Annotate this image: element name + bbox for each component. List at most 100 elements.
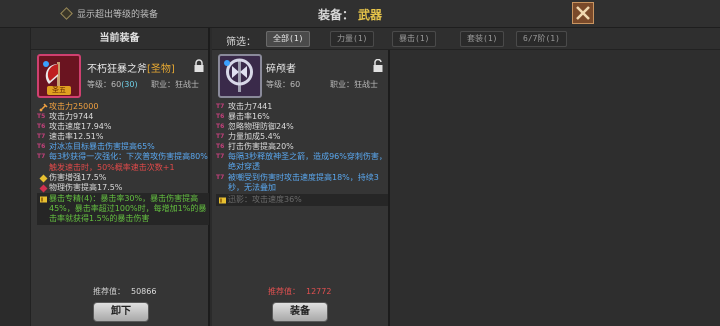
current-equipment-header: 当前装备	[31, 28, 208, 50]
candidate-score-label: 推荐值：	[268, 287, 300, 296]
tier-label: T5	[37, 113, 46, 120]
stat-row: T6 对冰冻目标暴击伤害提高65%	[37, 142, 209, 152]
tier-label: T7	[216, 133, 225, 140]
current-item-name: 不朽狂暴之斧[圣物]	[87, 60, 175, 75]
show-over-level-toggle[interactable]: 显示超出等级的装备	[60, 7, 159, 20]
close-button[interactable]	[572, 2, 594, 24]
tier-label: T7	[216, 174, 225, 181]
tier-label: T6	[216, 143, 225, 150]
candidate-item-icon[interactable]	[218, 54, 262, 98]
tier-label: T6	[216, 123, 225, 130]
stat-text: 攻击速度17.94%	[49, 122, 112, 131]
stat-text: 速击率12.51%	[49, 132, 104, 141]
stat-text: 每3秒获得一次强化：下次普攻伤害提高80%	[49, 152, 208, 161]
candidate-item-job: 职业：狂战士	[330, 80, 378, 89]
title-label: 装备：	[318, 8, 355, 22]
current-item-name-text: 不朽狂暴之斧	[87, 64, 147, 75]
book-slot	[216, 195, 228, 205]
book-icon	[218, 197, 226, 203]
candidate-item-level: 等级：60	[266, 80, 301, 89]
stat-row: 暴击专精(4)：暴击率30%，暴击伤害提高45%，暴击率超过100%时，每增加1…	[37, 193, 209, 225]
yellow-gem-icon	[39, 174, 47, 182]
tier-label: T7	[37, 133, 46, 140]
stat-text: 攻击力25000	[49, 102, 99, 111]
gem-red-slot	[37, 183, 49, 193]
toggle-label: 显示超出等级的装备	[77, 10, 159, 20]
stat-row: T7 攻击力7441	[216, 102, 388, 112]
stat-text: 力量加成5.4%	[228, 132, 281, 141]
tab-set[interactable]: 套装(1)	[460, 31, 505, 47]
current-item-level: 等级：60(30)	[87, 79, 138, 90]
tab-strength[interactable]: 力量(1)	[330, 31, 375, 47]
top-bar: 显示超出等级的装备 装备： 武器	[0, 0, 720, 28]
stat-text: 对冰冻目标暴击伤害提高65%	[49, 142, 155, 151]
stat-row: T7 力量加成5.4%	[216, 132, 388, 142]
stat-text: 每隔3秒释放神圣之箭，造成96%穿刺伤害，绝对穿透	[228, 152, 387, 171]
tier-label: T7	[216, 153, 225, 160]
stat-text: 攻击力9744	[49, 112, 94, 121]
candidate-panel: 筛选： 全部(1) 力量(1) 暴击(1) 套装(1) 6/7阶(1) 碎颅者 …	[212, 28, 720, 326]
current-item-icon[interactable]: 圣五	[37, 54, 81, 98]
equip-button[interactable]: 装备	[272, 302, 328, 322]
red-gem-icon	[39, 184, 47, 192]
candidate-score: 推荐值： 12772	[268, 286, 331, 297]
gem-yellow-slot	[37, 173, 49, 183]
current-item-tag: [圣物]	[147, 64, 175, 75]
sword-slot	[37, 102, 49, 112]
current-score-value: 50866	[131, 287, 157, 296]
stat-row: T6 打击伤害提高20%	[216, 142, 388, 152]
unlock-icon[interactable]	[372, 59, 384, 73]
stat-row: 攻击力25000	[37, 102, 209, 112]
attack-icon	[38, 102, 48, 112]
candidate-score-value: 12772	[306, 287, 332, 296]
page-title: 装备： 武器	[318, 6, 382, 23]
stat-row: T7 每隔3秒释放神圣之箭，造成96%穿刺伤害，绝对穿透	[216, 152, 388, 172]
stat-text: 伤害增强17.5%	[49, 173, 107, 182]
stat-text: 暴击率16%	[228, 112, 270, 121]
stat-row: T6 攻击速度17.94%	[37, 122, 209, 132]
current-equipment-panel: 当前装备 圣五 不朽狂暴之斧[圣物] 等级：60(30) 职业：狂战士 攻击力2…	[30, 28, 210, 326]
stat-text: 暴击专精(4)：暴击率30%，暴击伤害提高45%，暴击率超过100%时，每增加1…	[49, 194, 207, 223]
stat-row: T6 暴击率16%	[216, 112, 388, 122]
book-slot	[37, 194, 49, 204]
grade-badge: 圣五	[47, 86, 71, 95]
stat-text: 攻击力7441	[228, 102, 273, 111]
tab-tier[interactable]: 6/7阶(1)	[516, 31, 567, 47]
candidate-card[interactable]: 碎颅者 等级：60 职业：狂战士 T7 攻击力7441 T6 暴击率16% T6 忽略物理…	[212, 50, 390, 326]
stat-text: 物理伤害提高17.5%	[49, 183, 123, 192]
tab-crit[interactable]: 暴击(1)	[392, 31, 437, 47]
current-stats-list: 攻击力25000 T5 攻击力9744 T6 攻击速度17.94% T7 速击率12.51%…	[37, 102, 209, 226]
current-score: 推荐值： 50866	[93, 286, 156, 297]
stat-row: 伤害增强17.5%	[37, 173, 209, 183]
candidate-stats-list: T7 攻击力7441 T6 暴击率16% T6 忽略物理防御24% T7 力量加成5.4% T6…	[216, 102, 388, 206]
battle-axe-icon	[224, 58, 253, 92]
current-score-label: 推荐值：	[93, 287, 125, 296]
current-level-extra: (30)	[121, 80, 138, 89]
stat-text: 忽略物理防御24%	[228, 122, 294, 131]
stat-text: 迅影：攻击速度36%	[228, 195, 302, 204]
stat-row: T6 忽略物理防御24%	[216, 122, 388, 132]
filter-bar: 筛选： 全部(1) 力量(1) 暴击(1) 套装(1) 6/7阶(1)	[212, 28, 720, 50]
tier-label: T6	[37, 143, 46, 150]
unequip-button[interactable]: 卸下	[93, 302, 149, 322]
stat-row: 迅影：攻击速度36%	[216, 194, 388, 206]
title-type: 武器	[358, 8, 383, 22]
tab-all[interactable]: 全部(1)	[266, 31, 311, 47]
stat-row: 触发速击时，50%概率速击次数+1	[37, 163, 209, 173]
stat-text: 打击伤害提高20%	[228, 142, 294, 151]
stat-text: 触发速击时，50%概率速击次数+1	[49, 163, 175, 172]
tier-label: T7	[216, 103, 225, 110]
candidate-item-name: 碎颅者	[266, 64, 296, 75]
stat-row: T7 被嘲受到伤害时攻击速度提高18%，持续3秒，无法叠加	[216, 173, 388, 193]
stat-row: T7 速击率12.51%	[37, 132, 209, 142]
current-level-text: 等级：60	[87, 80, 122, 89]
filter-label: 筛选：	[226, 37, 256, 48]
book-icon	[39, 196, 47, 202]
current-item-job: 职业：狂战士	[151, 80, 199, 89]
lock-icon[interactable]	[193, 59, 205, 73]
tier-label: T7	[37, 153, 46, 160]
checkbox-diamond-icon[interactable]	[60, 7, 73, 20]
tier-label: T6	[37, 123, 46, 130]
close-icon	[576, 6, 590, 20]
stat-row: 物理伤害提高17.5%	[37, 183, 209, 193]
